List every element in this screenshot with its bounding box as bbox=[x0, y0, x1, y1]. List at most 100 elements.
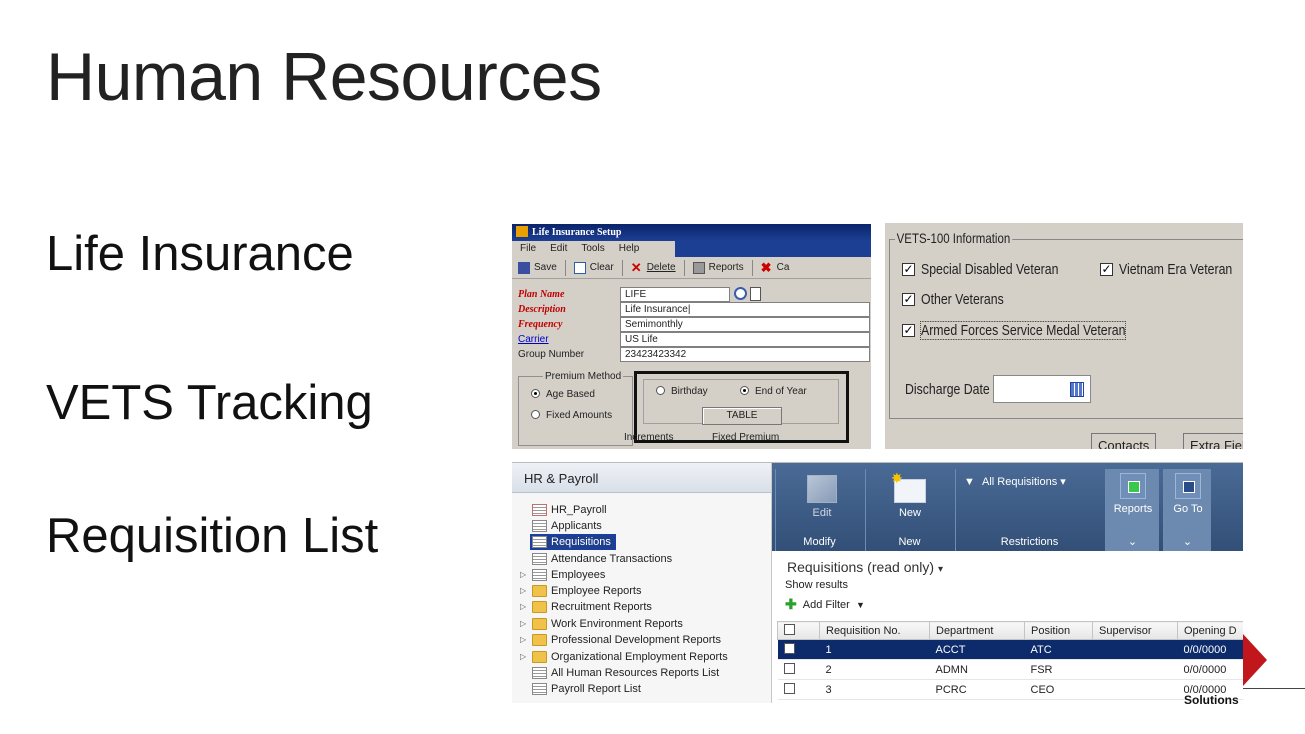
bullet-requisition-list: Requisition List bbox=[46, 509, 379, 563]
premium-method-group: Premium Method Age Based Fixed Amounts bbox=[518, 371, 633, 446]
folder-icon bbox=[532, 633, 547, 646]
position-cell: ATC bbox=[1024, 639, 1093, 660]
checkbox-icon[interactable] bbox=[783, 682, 795, 694]
tree-item-organizational-employment[interactable]: ▷ Organizational Employment Reports bbox=[520, 649, 728, 664]
column-header[interactable]: Position bbox=[1024, 621, 1093, 640]
tree-item-recruitment-reports[interactable]: ▷ Recruitment Reports bbox=[520, 599, 652, 614]
contacts-button[interactable]: Contacts bbox=[1091, 433, 1157, 449]
tree-item-applicants[interactable]: Applicants bbox=[520, 518, 602, 533]
edit-button[interactable]: Edit bbox=[802, 475, 842, 519]
tree-item-employee-reports[interactable]: ▷ Employee Reports bbox=[520, 583, 642, 598]
premium-method-legend: Premium Method bbox=[543, 371, 624, 382]
show-results-link[interactable]: Show results bbox=[785, 579, 848, 591]
tree-item-requisitions[interactable]: Requisitions bbox=[520, 533, 616, 550]
checkbox-icon[interactable] bbox=[783, 662, 795, 674]
column-header[interactable]: Opening D bbox=[1177, 621, 1243, 640]
menu-tools[interactable]: Tools bbox=[581, 243, 604, 257]
bullet-vets-tracking: VETS Tracking bbox=[46, 376, 373, 430]
reports-button[interactable]: Reports bbox=[689, 261, 748, 274]
plus-icon: ✚ bbox=[785, 596, 797, 612]
frequency-field[interactable]: Semimonthly bbox=[620, 317, 870, 332]
tree-item-employees[interactable]: ▷ Employees bbox=[520, 567, 605, 582]
other-veterans-checkbox[interactable]: ✓ Other Veterans bbox=[902, 291, 1022, 308]
logo-text: Solutions bbox=[1184, 693, 1239, 707]
content-area: Requisitions (read only) ▾ Show results … bbox=[772, 551, 1243, 703]
age-based-radio[interactable]: Age Based bbox=[531, 389, 595, 400]
checkbox-icon[interactable] bbox=[783, 642, 795, 654]
opening-date-cell: 0/0/0000 bbox=[1177, 639, 1243, 660]
calendar-icon[interactable] bbox=[1070, 382, 1084, 397]
cancel-icon: ✖ bbox=[760, 259, 772, 275]
radio-selected-icon bbox=[531, 389, 540, 398]
tree-item-all-hr-reports[interactable]: All Human Resources Reports List bbox=[520, 665, 719, 680]
supervisor-cell bbox=[1092, 639, 1178, 660]
menu-edit[interactable]: Edit bbox=[550, 243, 567, 257]
menu-file[interactable]: File bbox=[520, 243, 536, 257]
expand-icon[interactable]: ▷ bbox=[520, 570, 532, 579]
content-title[interactable]: Requisitions (read only) ▾ bbox=[787, 559, 943, 575]
expand-icon[interactable]: ▷ bbox=[520, 619, 532, 628]
requisition-no-cell: 2 bbox=[819, 659, 930, 680]
tree-item-payroll-reports[interactable]: Payroll Report List bbox=[520, 681, 641, 696]
armed-forces-veteran-checkbox[interactable]: ✓ Armed Forces Service Medal Veteran bbox=[902, 321, 1170, 340]
nav-title: HR & Payroll bbox=[512, 463, 771, 493]
fixed-amounts-radio[interactable]: Fixed Amounts bbox=[531, 410, 612, 421]
table-row[interactable]: 1 ACCT ATC 0/0/0000 bbox=[777, 639, 1243, 660]
extra-fields-button[interactable]: Extra Fiel bbox=[1183, 433, 1243, 449]
column-header[interactable]: Supervisor bbox=[1092, 621, 1178, 640]
expand-icon[interactable]: ▷ bbox=[520, 635, 532, 644]
department-cell: PCRC bbox=[929, 679, 1025, 700]
reports-icon bbox=[1120, 473, 1146, 499]
tree-item-attendance[interactable]: Attendance Transactions bbox=[520, 551, 672, 566]
group-number-field[interactable]: 23423423342 bbox=[620, 347, 870, 362]
save-button[interactable]: Save bbox=[514, 261, 561, 274]
special-disabled-veteran-checkbox[interactable]: ✓ Special Disabled Veteran bbox=[902, 261, 1089, 278]
go-to-ribbon-button[interactable]: Go To ⌄ bbox=[1163, 469, 1211, 551]
discharge-date-field[interactable] bbox=[993, 375, 1091, 403]
group-number-row: Group Number 23423423342 bbox=[516, 347, 871, 362]
end-of-year-radio[interactable]: End of Year bbox=[740, 386, 807, 397]
tree-item-hr-payroll[interactable]: HR_Payroll bbox=[520, 502, 607, 517]
plan-name-field[interactable]: LIFE bbox=[620, 287, 730, 302]
clear-button[interactable]: Clear bbox=[570, 261, 618, 274]
new-button[interactable]: New bbox=[890, 470, 930, 519]
table-row[interactable]: 2 ADMN FSR 0/0/0000 bbox=[777, 659, 1243, 680]
expand-icon[interactable]: ▷ bbox=[520, 586, 532, 595]
supervisor-cell bbox=[1092, 659, 1178, 680]
checkbox-icon[interactable] bbox=[784, 623, 795, 635]
column-header[interactable]: Department bbox=[929, 621, 1025, 640]
tree-item-professional-development[interactable]: ▷ Professional Development Reports bbox=[520, 632, 721, 647]
row-checkbox[interactable] bbox=[777, 659, 820, 680]
list-icon bbox=[532, 666, 547, 679]
reports-ribbon-button[interactable]: Reports ⌄ bbox=[1105, 469, 1159, 551]
select-all-header[interactable] bbox=[777, 621, 820, 640]
list-icon bbox=[532, 519, 547, 532]
carrier-link[interactable]: Carrier bbox=[516, 332, 616, 347]
column-header[interactable]: Requisition No. bbox=[819, 621, 930, 640]
birthday-radio[interactable]: Birthday bbox=[656, 386, 708, 397]
page-icon[interactable] bbox=[750, 287, 761, 301]
row-checkbox[interactable] bbox=[777, 639, 820, 660]
expand-icon[interactable]: ▷ bbox=[520, 602, 532, 611]
all-requisitions-dropdown[interactable]: ▼ All Requisitions ▾ bbox=[964, 475, 1066, 488]
description-field[interactable]: Life Insurance| bbox=[620, 302, 870, 317]
expand-icon[interactable]: ▷ bbox=[520, 652, 532, 661]
lookup-icon[interactable] bbox=[734, 287, 747, 300]
carrier-field[interactable]: US Life bbox=[620, 332, 870, 347]
delete-button[interactable]: ✕ Delete bbox=[627, 261, 680, 274]
menu-help[interactable]: Help bbox=[619, 243, 640, 257]
add-filter-button[interactable]: ✚ Add Filter ▼ bbox=[785, 596, 865, 613]
plan-name-row: Plan Name LIFE bbox=[516, 287, 871, 302]
cancel-button[interactable]: ✖ Ca bbox=[757, 259, 794, 275]
department-cell: ACCT bbox=[929, 639, 1025, 660]
table-button[interactable]: TABLE bbox=[702, 407, 782, 425]
table-row[interactable]: 3 PCRC CEO 0/0/0000 bbox=[777, 679, 1243, 700]
department-cell: ADMN bbox=[929, 659, 1025, 680]
save-icon bbox=[518, 261, 530, 274]
plan-name-label: Plan Name bbox=[518, 289, 565, 300]
tree-item-work-environment[interactable]: ▷ Work Environment Reports bbox=[520, 616, 683, 631]
toolbar-separator bbox=[621, 259, 623, 276]
vets-panel: VETS-100 Information ✓ Special Disabled V… bbox=[885, 223, 1243, 449]
row-checkbox[interactable] bbox=[777, 679, 820, 700]
vietnam-era-veteran-checkbox[interactable]: ✓ Vietnam Era Veteran bbox=[1100, 261, 1243, 278]
